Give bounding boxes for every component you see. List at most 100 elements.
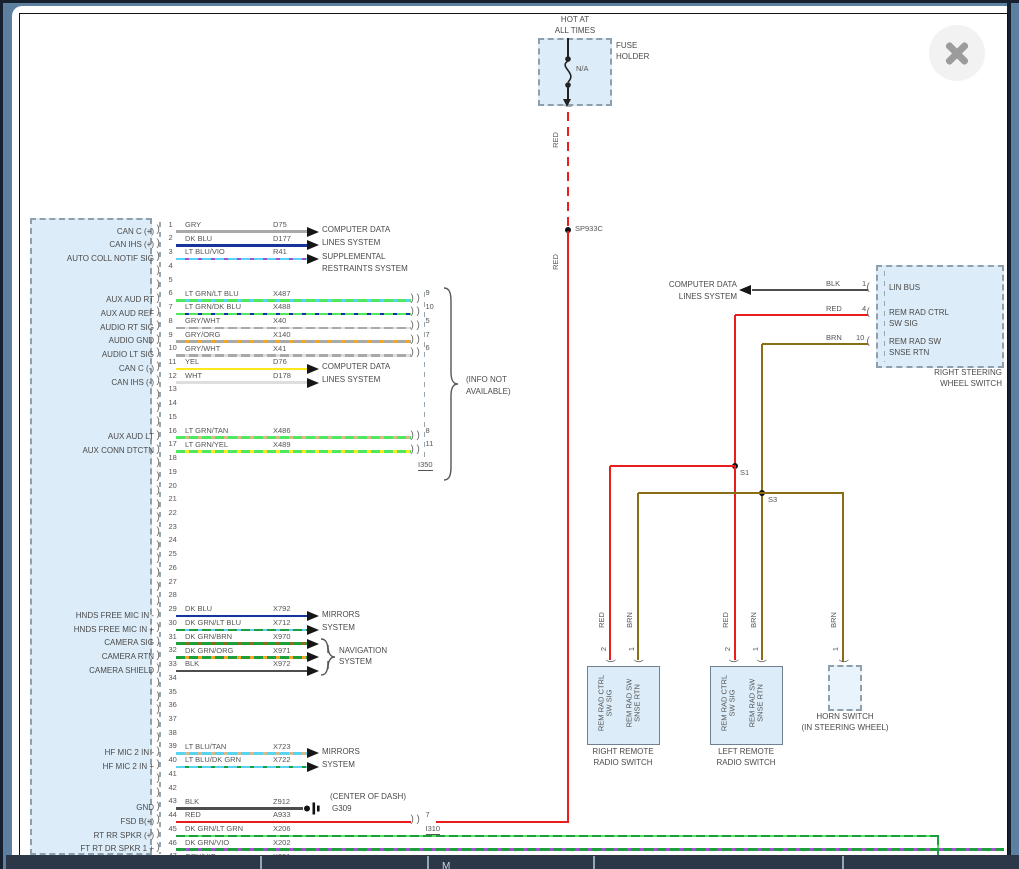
system-label: COMPUTER DATA [322,226,390,235]
wire-color-label: DK BLU [185,605,212,613]
switch-pin-number: 1 [832,647,840,651]
pin-number: 45 [169,825,177,833]
steering-pin-number: 1 [862,280,866,288]
left-pin-arc: ) [157,637,160,647]
arrow-right-icon [307,611,319,621]
left-pin-arc: ) [157,733,160,743]
pin-number: 22 [169,509,177,517]
left-pin-arc: ) [157,705,160,715]
pin-number: 40 [169,756,177,764]
i350-pin-arc: ) [411,431,414,441]
pin-number: 44 [169,811,177,819]
wire-color-label: BLK [826,280,840,288]
splice-label: S1 [740,469,749,477]
pin-number: 19 [169,468,177,476]
pin-number: 46 [169,839,177,847]
circuit-code: X202 [273,839,291,847]
fuse-out-cup: ) [563,104,573,107]
i350-pin-arc: ) [411,445,414,455]
arrow-right-icon [307,652,319,662]
nav-brace [320,639,337,675]
pin-signal-label: CAMERA SIG [23,639,154,648]
left-pin-arc: ) [157,788,160,798]
pin-number: 30 [169,619,177,627]
steering-pin-label: REM RAD SW [889,338,941,347]
splice-label: S3 [768,496,777,504]
fuse-holder-label: FUSE [616,42,637,51]
fuse-lead [567,85,569,99]
horn-switch-caption: (IN STEERING WHEEL) [795,724,895,733]
rem-rad-sw-wire [762,343,868,346]
left-pin-arc: ) [157,692,160,702]
wire-color-label: DK GRN/VIO [185,839,229,847]
pin-signal-label: HNDS FREE MIC IN - [23,612,154,621]
pin-signal-label: AUX AUD RT [23,296,154,305]
circuit-code: D177 [273,235,291,243]
arrow-right-icon [307,625,319,635]
left-pin-arc: ) [157,623,160,633]
switch-pin-label-line: SNSE RTN [634,679,642,728]
wire-8 [176,327,411,330]
pin-signal-label: CAMERA RTN [23,653,154,662]
pin-number: 25 [169,550,177,558]
switch-pin-label: REM RAD CTRLSW SIG [598,675,615,731]
system-label: SYSTEM [339,658,372,667]
table-header-bar-cropped[interactable]: M [6,855,1019,869]
left-pin-arc: ) [157,376,160,386]
arrow-right-icon [307,240,319,250]
wire-32 [176,656,307,659]
wire-color-label: DK GRN/LT GRN [185,825,243,833]
pin-number: 24 [169,536,177,544]
wire-6 [176,299,411,302]
i350-dash-line [424,292,425,458]
pin-number: 35 [169,688,177,696]
pin-number: 39 [169,742,177,750]
left-pin-arc: ) [157,554,160,564]
wire-1 [176,230,307,233]
wire-color-label: DK BLU [185,235,212,243]
switch-pin-number: 1 [752,647,760,651]
info-brace [443,288,460,480]
i350-pin-number: 7 [426,331,430,339]
pin-number: 37 [169,715,177,723]
circuit-code: X971 [273,647,291,655]
pin-signal-label: HF MIC 2 IN + [23,763,154,772]
pin-number: 11 [169,358,177,366]
system-label: SYSTEM [322,761,355,770]
wire-9 [176,340,411,343]
circuit-code: X488 [273,303,291,311]
wire-45 [176,835,939,838]
ground-code: G309 [332,805,352,814]
left-pin-arc: ) [157,445,160,455]
left-pin-arc: ) [157,582,160,592]
left-pin-arc: ) [157,225,160,235]
table-column-divider [427,856,429,869]
pin-signal-label: CAN C (-) [23,365,154,374]
i350-pin-number: 11 [426,440,434,448]
pin-number: 42 [169,784,177,792]
wire [609,466,612,660]
wire-44 [176,821,411,824]
pin-number: 9 [169,331,173,339]
left-pin-arc: ) [157,843,160,853]
pin-number: 1 [169,221,173,229]
box-pin-cup: ) [605,659,615,662]
close-button[interactable] [929,25,985,81]
wire-17 [176,450,411,453]
circuit-code: X140 [273,331,291,339]
wire-color-label: GRY/WHT [185,345,220,353]
pin-number: 12 [169,372,177,380]
fsd-b-feed-wire [436,821,569,824]
pin-signal-label: HNDS FREE MIC IN + [23,626,154,635]
steering-pin-label: REM RAD CTRL [889,309,949,318]
system-label: MIRRORS [322,748,360,757]
info-note: AVAILABLE) [466,388,511,397]
wire-31 [176,642,307,645]
circuit-code: X487 [273,290,291,298]
left-pin-arc: ) [157,431,160,441]
switch-pin-label-line: SW SIG [606,675,614,731]
i350-pin-arc: ) [417,307,420,317]
remote-switch-caption: RADIO SWITCH [696,759,796,768]
wire-color-label: LT GRN/YEL [185,441,228,449]
wire-40 [176,766,307,769]
